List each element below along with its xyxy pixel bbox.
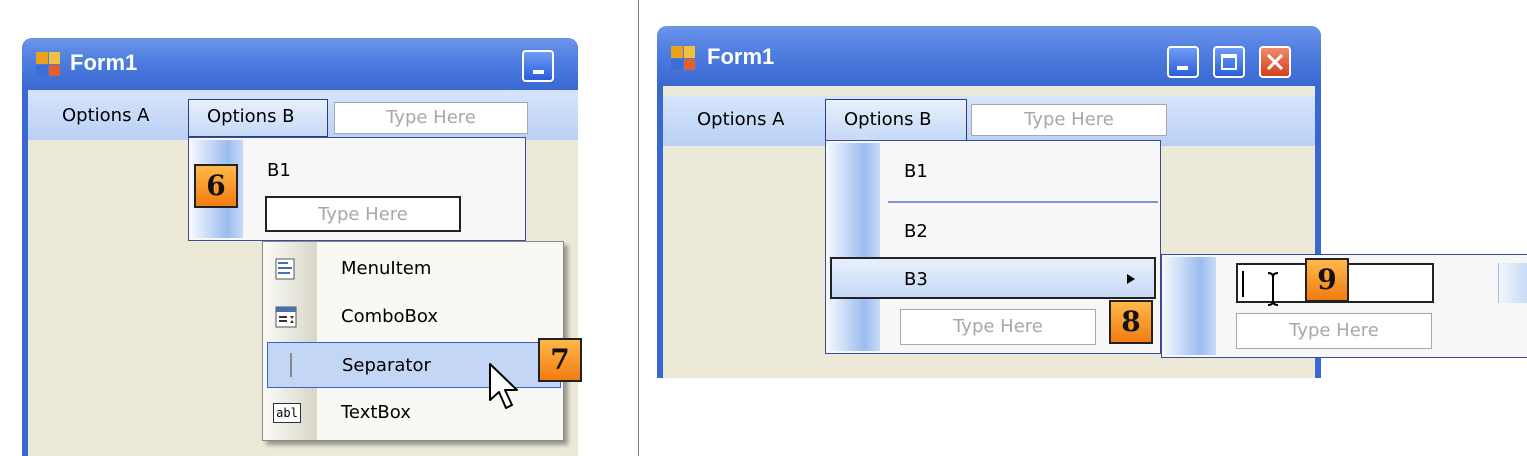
dropdown-item-b2[interactable]: B2 [904, 221, 928, 242]
close-button[interactable] [1259, 46, 1291, 78]
maximize-icon [1221, 54, 1237, 70]
context-item-label-1: ComboBox [341, 306, 439, 327]
dropdown-item-b3[interactable]: B3 [830, 257, 1156, 299]
dropdown-separator[interactable] [888, 201, 1158, 203]
dropdown-item-b1[interactable]: B1 [904, 161, 928, 182]
submenu-arrow-icon [1127, 274, 1135, 284]
left-panel: Form1 Options A Options B Type Here B1 T… [0, 0, 638, 456]
menubar-type-here[interactable]: Type Here [971, 104, 1167, 136]
dropdown-type-here[interactable]: Type Here [900, 309, 1096, 345]
step-badge-9: 9 [1305, 258, 1349, 302]
context-item-label-2: Separator [342, 355, 431, 376]
menu-options-b[interactable]: Options B [825, 99, 967, 141]
minimize-icon [1177, 66, 1188, 70]
minimize-button[interactable] [522, 50, 554, 82]
left-titlebar[interactable]: Form1 [22, 38, 578, 90]
left-dropdown: B1 Type Here [188, 137, 526, 241]
mouse-pointer-icon [489, 363, 518, 409]
menubar-type-here[interactable]: Type Here [334, 102, 528, 134]
context-item-combobox[interactable]: ComboBox [263, 296, 563, 340]
dropdown-gutter [828, 143, 880, 351]
menu-options-a[interactable]: Options A [62, 105, 150, 126]
context-item-menuitem[interactable]: MenuItem [263, 248, 563, 292]
context-item-label-3: TextBox [341, 402, 411, 423]
combobox-icon [275, 306, 297, 328]
maximize-button[interactable] [1213, 46, 1245, 78]
window-title: Form1 [70, 50, 138, 75]
right-panel: Form1 Options A Options B Type Here B1 B… [639, 0, 1527, 456]
submenu-next-column [1498, 263, 1527, 303]
app-icon [671, 46, 695, 70]
step-badge-8: 8 [1109, 300, 1153, 344]
step-badge-6: 6 [194, 164, 238, 208]
menu-options-b[interactable]: Options B [188, 99, 328, 137]
app-icon [36, 52, 60, 76]
submenu-type-here[interactable]: Type Here [1236, 313, 1432, 349]
close-icon [1266, 53, 1284, 71]
menu-options-b-label: Options B [207, 106, 295, 127]
menuitem-icon [275, 258, 295, 280]
dropdown-item-b3-label: B3 [904, 269, 928, 290]
minimize-button[interactable] [1167, 46, 1199, 78]
dropdown-item-b1[interactable]: B1 [267, 160, 291, 181]
text-caret [1242, 271, 1244, 297]
separator-icon [290, 353, 292, 377]
context-item-label-0: MenuItem [341, 258, 432, 279]
minimize-icon [533, 70, 544, 74]
dropdown-type-here[interactable]: Type Here [265, 196, 461, 232]
right-titlebar[interactable]: Form1 [657, 26, 1321, 86]
window-title: Form1 [707, 44, 775, 69]
text-cursor-icon [1267, 272, 1279, 306]
menu-options-a[interactable]: Options A [697, 109, 785, 130]
textbox-icon: abl [273, 403, 301, 423]
submenu-gutter [1164, 257, 1216, 355]
menu-options-b-label: Options B [844, 109, 932, 130]
step-badge-7: 7 [538, 338, 582, 382]
